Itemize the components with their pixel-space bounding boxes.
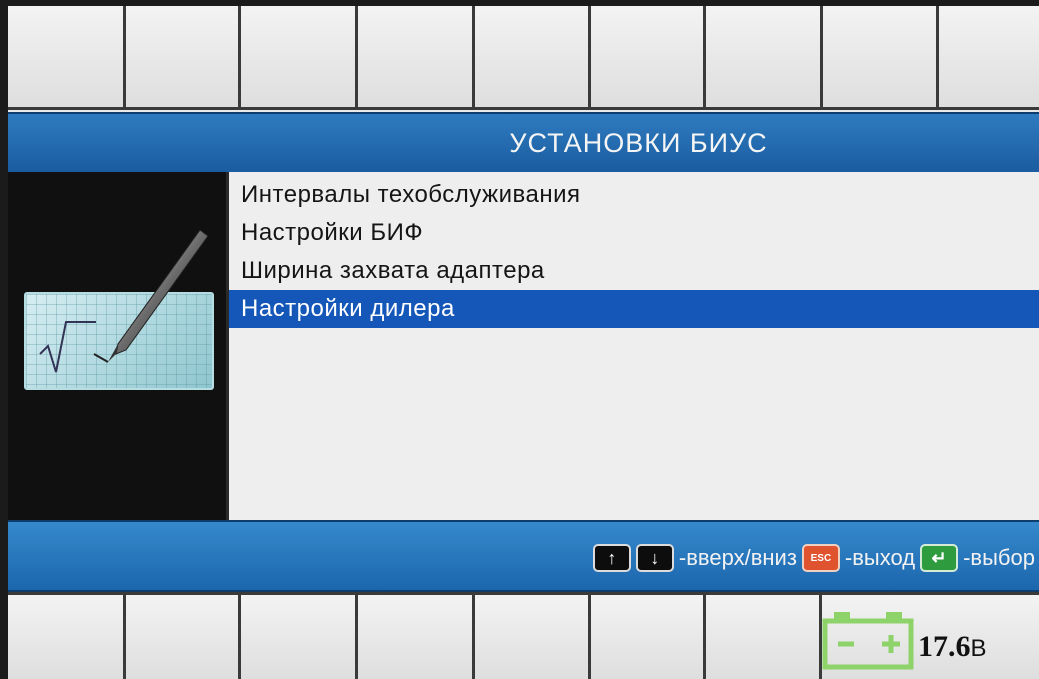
arrow-down-icon: ↓ (635, 544, 674, 572)
hint-select: -выбор (963, 545, 1035, 570)
softkey-bottom-6[interactable] (591, 592, 706, 679)
softkey-top-7[interactable] (706, 6, 823, 110)
top-softkey-row (8, 6, 1039, 110)
voltage-unit: В (970, 635, 987, 662)
hint-up-down: -вверх/вниз (678, 545, 797, 570)
softkey-top-1[interactable] (8, 6, 126, 110)
softkey-top-4[interactable] (358, 6, 475, 110)
softkey-bottom-3[interactable] (241, 592, 358, 679)
voltage-readout: 17.6В (918, 630, 987, 664)
menu-item-bif-settings[interactable]: Настройки БИФ (229, 214, 1039, 252)
battery-icon (822, 612, 914, 670)
esc-key-icon: ESC (801, 544, 840, 572)
softkey-bottom-7[interactable] (706, 592, 822, 679)
softkey-bottom-2[interactable] (126, 592, 241, 679)
softkey-bottom-4[interactable] (358, 592, 475, 679)
arrow-up-icon: ↑ (592, 544, 631, 572)
voltage-value: 17.6 (918, 630, 971, 663)
page-title: УСТАНОВКИ БИУС (509, 127, 768, 158)
hint-exit: -выход (844, 545, 916, 570)
softkey-top-2[interactable] (126, 6, 241, 110)
hint-bar: ↑ ↓ -вверх/вниз ESC -выход ↵ -выбор (8, 520, 1039, 592)
softkey-bottom-5[interactable] (475, 592, 591, 679)
softkey-top-8[interactable] (823, 6, 939, 110)
softkey-top-9[interactable] (939, 6, 1039, 110)
softkey-top-6[interactable] (591, 6, 706, 110)
menu-item-service-intervals[interactable]: Интервалы техобслуживания (229, 176, 1039, 214)
pen-icon (93, 229, 209, 363)
key-hints: ↑ ↓ -вверх/вниз ESC -выход ↵ -выбор (592, 544, 1035, 572)
title-bar: УСТАНОВКИ БИУС (8, 112, 1039, 174)
softkey-bottom-1[interactable] (8, 592, 126, 679)
softkey-top-3[interactable] (241, 6, 358, 110)
icon-panel (8, 172, 229, 520)
display-screen: УСТАНОВКИ БИУС Интервалы техобслуживания… (8, 6, 1039, 679)
menu-item-adapter-width[interactable]: Ширина захвата адаптера (229, 252, 1039, 290)
menu-item-dealer-settings[interactable]: Настройки дилера (229, 290, 1039, 328)
menu-list: Интервалы техобслуживания Настройки БИФ … (229, 172, 1039, 520)
enter-key-icon: ↵ (920, 544, 959, 572)
softkey-top-5[interactable] (475, 6, 591, 110)
